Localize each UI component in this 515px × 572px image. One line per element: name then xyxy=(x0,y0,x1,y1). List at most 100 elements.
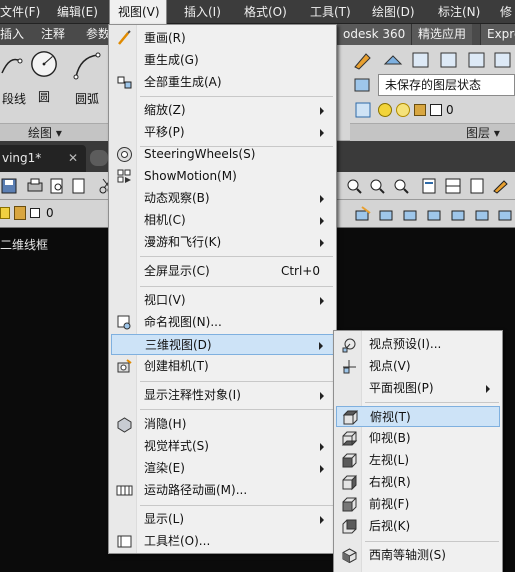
regen-all-icon xyxy=(117,76,132,89)
draw-panel-title[interactable]: 绘图 ▾ xyxy=(0,123,110,141)
menu-item-plan-view[interactable]: 平面视图(P) xyxy=(336,378,500,399)
tool-palettes-icon[interactable] xyxy=(468,177,486,195)
tab-featured-apps[interactable]: 精选应用 xyxy=(411,24,473,45)
layer-states-icon[interactable] xyxy=(382,49,404,71)
menu-item-left-view[interactable]: 左视(L) xyxy=(336,450,500,471)
menu-item-visual-styles[interactable]: 视觉样式(S) xyxy=(111,436,334,457)
menu-item-camera[interactable]: 相机(C) xyxy=(111,210,334,231)
showmotion-icon xyxy=(117,169,131,183)
tab-drawing1[interactable]: ving1* ✕ xyxy=(0,145,86,172)
layer-copy-icon[interactable] xyxy=(492,49,514,71)
design-center-icon[interactable] xyxy=(444,177,462,195)
zoom-previous-icon[interactable] xyxy=(392,177,410,195)
menu-item-right-view[interactable]: 右视(R) xyxy=(336,472,500,493)
menu-item-front-view[interactable]: 前视(F) xyxy=(336,494,500,515)
layer-freeze-icon[interactable] xyxy=(438,49,460,71)
menu-item-motion-path[interactable]: 运动路径动画(M)... xyxy=(111,480,334,501)
layer-walk-icon[interactable] xyxy=(402,205,420,223)
lightbulb-icon xyxy=(378,103,392,117)
markup-icon[interactable] xyxy=(492,177,510,195)
arc-tool[interactable]: 圆弧 xyxy=(70,51,104,107)
menu-separator xyxy=(140,505,333,506)
menu-separator xyxy=(140,381,333,382)
menu-item-sw-isometric[interactable]: 西南等轴测(S) xyxy=(336,545,500,566)
layer-lock-icon[interactable] xyxy=(466,49,488,71)
layer-freeze-icon[interactable] xyxy=(450,205,468,223)
motion-path-icon xyxy=(116,485,133,496)
tab-annotate[interactable]: 注释 xyxy=(41,24,65,45)
menu-item-annotation-objects[interactable]: 显示注释性对象(I) xyxy=(111,385,334,406)
menu-item-steeringwheels[interactable]: SteeringWheels(S) xyxy=(111,144,334,165)
menu-tools[interactable]: 工具(T) xyxy=(310,0,351,24)
menu-item-regen[interactable]: 重生成(G) xyxy=(111,50,334,71)
submenu-arrow-icon xyxy=(320,297,324,305)
tab-express[interactable]: Expre xyxy=(480,24,515,45)
polyline-tool[interactable]: 段线 xyxy=(0,51,28,107)
layer-off-icon[interactable] xyxy=(410,49,432,71)
arc-icon xyxy=(73,52,101,80)
menu-item-orbit[interactable]: 动态观察(B) xyxy=(111,188,334,209)
menu-item-walk-fly[interactable]: 漫游和飞行(K) xyxy=(111,232,334,253)
layer-lock-icon[interactable] xyxy=(497,205,515,223)
menu-item-redraw[interactable]: 重画(R) xyxy=(111,28,334,49)
print-icon[interactable] xyxy=(26,177,44,195)
visual-style-label[interactable]: 二维线框 xyxy=(0,236,48,253)
layer-isolate-icon[interactable] xyxy=(352,99,374,121)
menu-item-pan[interactable]: 平移(P) xyxy=(111,122,334,143)
zoom-realtime-icon[interactable] xyxy=(368,177,386,195)
layer-off-icon[interactable] xyxy=(474,205,492,223)
menu-item-viewpoint-presets[interactable]: 视点预设(I)... xyxy=(336,334,500,355)
layer-match-icon[interactable] xyxy=(352,74,374,96)
menu-file[interactable]: 文件(F) xyxy=(0,0,40,24)
layer-current-row[interactable]: 0 xyxy=(378,100,454,120)
layer-panel-title[interactable]: 图层 ▾ xyxy=(350,123,515,141)
layer-state-dropdown[interactable]: 未保存的图层状态 xyxy=(378,74,515,96)
menu-edit[interactable]: 编辑(E) xyxy=(57,0,98,24)
menu-draw[interactable]: 绘图(D) xyxy=(372,0,415,24)
menu-modify[interactable]: 修 xyxy=(500,0,512,24)
menu-item-regen-all[interactable]: 全部重生成(A) xyxy=(111,72,334,93)
menu-item-viewpoint[interactable]: 视点(V) xyxy=(336,356,500,377)
menu-item-render[interactable]: 渲染(E) xyxy=(111,458,334,479)
tab-insert[interactable]: 插入 xyxy=(0,24,24,45)
menu-item-bottom-view[interactable]: 仰视(B) xyxy=(336,428,500,449)
close-icon[interactable]: ✕ xyxy=(68,145,78,172)
layer-properties-icon[interactable] xyxy=(352,49,374,71)
menu-item-create-camera[interactable]: 创建相机(T) xyxy=(111,356,334,377)
menu-item-toolbars[interactable]: 工具栏(O)... xyxy=(111,531,334,552)
tab-parametric[interactable]: 参数 xyxy=(86,24,110,45)
arc-label: 圆弧 xyxy=(74,92,99,106)
menu-item-display[interactable]: 显示(L) xyxy=(111,509,334,530)
layer-previous-icon[interactable] xyxy=(378,205,396,223)
menu-item-3d-views[interactable]: 三维视图(D) xyxy=(111,334,334,355)
menu-bar: 文件(F) 编辑(E) 视图(V) 插入(I) 格式(O) 工具(T) 绘图(D… xyxy=(0,0,515,24)
submenu-arrow-icon xyxy=(320,516,324,524)
menu-item-viewports[interactable]: 视口(V) xyxy=(111,290,334,311)
circle-tool[interactable]: 圆 xyxy=(26,49,62,105)
menu-insert[interactable]: 插入(I) xyxy=(184,0,221,24)
new-tab-button[interactable] xyxy=(90,150,108,166)
submenu-arrow-icon xyxy=(320,443,324,451)
menu-item-top-view[interactable]: 俯视(T) xyxy=(336,406,500,427)
menu-dimension[interactable]: 标注(N) xyxy=(438,0,480,24)
menu-item-zoom[interactable]: 缩放(Z) xyxy=(111,100,334,121)
sun-icon xyxy=(396,103,410,117)
menu-item-fullscreen[interactable]: 全屏显示(C) Ctrl+0 xyxy=(111,261,334,282)
menu-view[interactable]: 视图(V) xyxy=(109,0,167,24)
save-icon[interactable] xyxy=(0,177,18,195)
make-current-icon[interactable] xyxy=(354,205,372,223)
drawing-tab-title: ving1* xyxy=(2,151,42,165)
menu-item-hide[interactable]: 消隐(H) xyxy=(111,414,334,435)
menu-item-showmotion[interactable]: ShowMotion(M) xyxy=(111,166,334,187)
publish-icon[interactable] xyxy=(70,177,88,195)
properties-icon[interactable] xyxy=(420,177,438,195)
menu-format[interactable]: 格式(O) xyxy=(244,0,287,24)
layer-name[interactable]: 0 xyxy=(46,206,54,220)
zoom-window-icon[interactable] xyxy=(345,177,363,195)
layer-isolate-icon[interactable] xyxy=(426,205,444,223)
tab-autodesk-360[interactable]: odesk 360 xyxy=(336,24,412,45)
print-preview-icon[interactable] xyxy=(48,177,66,195)
menu-item-named-views[interactable]: 命名视图(N)... xyxy=(111,312,334,333)
submenu-arrow-icon xyxy=(320,107,324,115)
menu-item-back-view[interactable]: 后视(K) xyxy=(336,516,500,537)
